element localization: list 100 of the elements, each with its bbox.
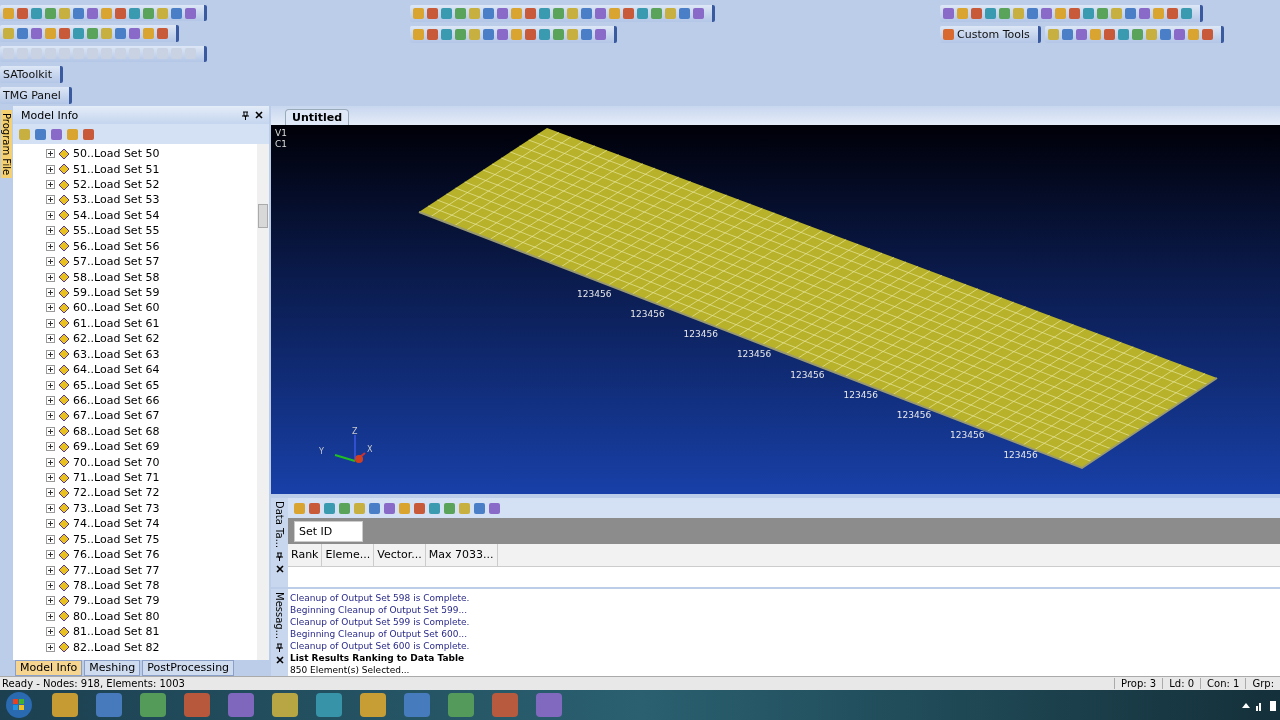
tool-icon[interactable]: [1027, 8, 1038, 19]
tool-icon[interactable]: [539, 29, 550, 40]
tool-icon[interactable]: [553, 8, 564, 19]
expand-icon[interactable]: [46, 288, 55, 297]
tree-item[interactable]: 55..Load Set 55: [73, 224, 160, 238]
tool-icon[interactable]: [31, 7, 42, 19]
expand-icon[interactable]: [46, 210, 55, 220]
expand-icon[interactable]: [46, 627, 55, 637]
column-header[interactable]: Vector...: [374, 544, 426, 567]
tool-icon[interactable]: [354, 502, 365, 514]
tool-icon[interactable]: [1181, 8, 1192, 19]
tool-icon[interactable]: [31, 28, 42, 39]
tree-item[interactable]: 57..Load Set 57: [73, 255, 160, 269]
expand-icon[interactable]: [46, 488, 55, 498]
tool-icon[interactable]: [294, 502, 305, 514]
tree-item[interactable]: 79..Load Set 79: [73, 594, 160, 608]
column-header[interactable]: Max 7033...: [425, 544, 498, 567]
tool-icon[interactable]: [1117, 29, 1129, 40]
tool-icon[interactable]: [17, 7, 28, 19]
tool-icon[interactable]: [553, 29, 564, 40]
tool-icon[interactable]: [985, 8, 996, 19]
tool-icon[interactable]: [1125, 8, 1136, 19]
tool-icon[interactable]: [539, 8, 550, 19]
tool-icon[interactable]: [427, 29, 438, 40]
tool-icon[interactable]: [157, 28, 168, 39]
document-tab[interactable]: Untitled: [285, 108, 350, 125]
taskbar-app-icon[interactable]: [272, 693, 298, 717]
tool-icon[interactable]: [1201, 29, 1213, 40]
tool-icon[interactable]: [35, 128, 46, 140]
tool-icon[interactable]: [384, 502, 395, 514]
tool-icon[interactable]: [83, 128, 94, 140]
taskbar-app-icon[interactable]: [316, 693, 342, 717]
panel-tab[interactable]: Model Info: [15, 660, 83, 676]
tree-item[interactable]: 66..Load Set 66: [73, 393, 160, 407]
tool-icon[interactable]: [369, 502, 380, 514]
tool-icon[interactable]: [1089, 29, 1101, 40]
pin-icon[interactable]: [276, 642, 283, 652]
tree-item[interactable]: 80..Load Set 80: [73, 609, 160, 623]
taskbar-app-icon[interactable]: [52, 693, 78, 717]
tool-icon[interactable]: [1097, 8, 1108, 19]
tool-icon[interactable]: [1047, 29, 1059, 40]
tree-item[interactable]: 64..Load Set 64: [73, 363, 160, 377]
expand-icon[interactable]: [46, 642, 55, 652]
tool-icon[interactable]: [679, 8, 690, 19]
expand-icon[interactable]: [46, 534, 55, 544]
tree-item[interactable]: 74..Load Set 74: [73, 517, 160, 531]
tool-icon[interactable]: [1145, 29, 1157, 40]
expand-icon[interactable]: [46, 581, 55, 590]
tool-icon[interactable]: [441, 29, 452, 40]
tool-icon[interactable]: [51, 128, 62, 140]
tree-item[interactable]: 72..Load Set 72: [73, 486, 160, 500]
tree-item[interactable]: 81..Load Set 81: [73, 625, 160, 639]
tool-icon[interactable]: [101, 7, 112, 19]
tree-item[interactable]: 62..Load Set 62: [73, 332, 160, 346]
tool-icon[interactable]: [185, 7, 196, 19]
expand-icon[interactable]: [46, 519, 55, 529]
tree-item[interactable]: 65..Load Set 65: [73, 378, 160, 392]
tool-icon[interactable]: [483, 29, 494, 40]
tool-icon[interactable]: [339, 502, 350, 514]
tool-icon[interactable]: [309, 502, 320, 514]
tree-item[interactable]: 68..Load Set 68: [73, 424, 160, 438]
tree-item[interactable]: 52..Load Set 52: [73, 178, 160, 192]
tool-icon[interactable]: [623, 8, 634, 19]
taskbar-app-icon[interactable]: [360, 693, 386, 717]
tool-icon[interactable]: [1131, 29, 1143, 40]
tool-icon[interactable]: [525, 8, 536, 19]
tool-icon[interactable]: [474, 502, 485, 514]
tool-icon[interactable]: [143, 7, 154, 19]
expand-icon[interactable]: [46, 503, 55, 513]
tree-item[interactable]: 69..Load Set 69: [73, 440, 160, 454]
expand-icon[interactable]: [46, 457, 55, 467]
expand-icon[interactable]: [46, 550, 55, 560]
side-tab[interactable]: Program File: [1, 110, 12, 179]
taskbar-app-icon[interactable]: [404, 693, 430, 717]
scrollbar[interactable]: [257, 144, 269, 660]
tool-icon[interactable]: [73, 28, 84, 39]
pin-icon[interactable]: [276, 552, 283, 562]
tool-icon[interactable]: [1041, 8, 1052, 19]
tree-item[interactable]: 63..Load Set 63: [73, 347, 160, 361]
expand-icon[interactable]: [46, 565, 55, 575]
expand-icon[interactable]: [46, 272, 55, 282]
close-icon[interactable]: [275, 655, 284, 664]
tool-icon[interactable]: [483, 8, 494, 19]
tool-icon[interactable]: [1083, 8, 1094, 19]
tree-item[interactable]: 71..Load Set 71: [73, 471, 160, 485]
tool-icon[interactable]: [1139, 8, 1150, 19]
tool-icon[interactable]: [427, 8, 438, 19]
tree-item[interactable]: 59..Load Set 59: [73, 286, 160, 299]
tool-icon[interactable]: [455, 29, 466, 40]
expand-icon[interactable]: [46, 596, 55, 606]
expand-icon[interactable]: [46, 164, 55, 174]
taskbar-app-icon[interactable]: [96, 693, 122, 717]
tool-icon[interactable]: [87, 28, 98, 39]
close-icon[interactable]: [255, 111, 263, 119]
tool-icon[interactable]: [497, 8, 508, 19]
tool-icon[interactable]: [581, 29, 592, 40]
tree-item[interactable]: 60..Load Set 60: [73, 301, 160, 315]
expand-icon[interactable]: [46, 349, 55, 359]
tool-icon[interactable]: [459, 502, 470, 514]
tool-icon[interactable]: [1103, 29, 1115, 40]
